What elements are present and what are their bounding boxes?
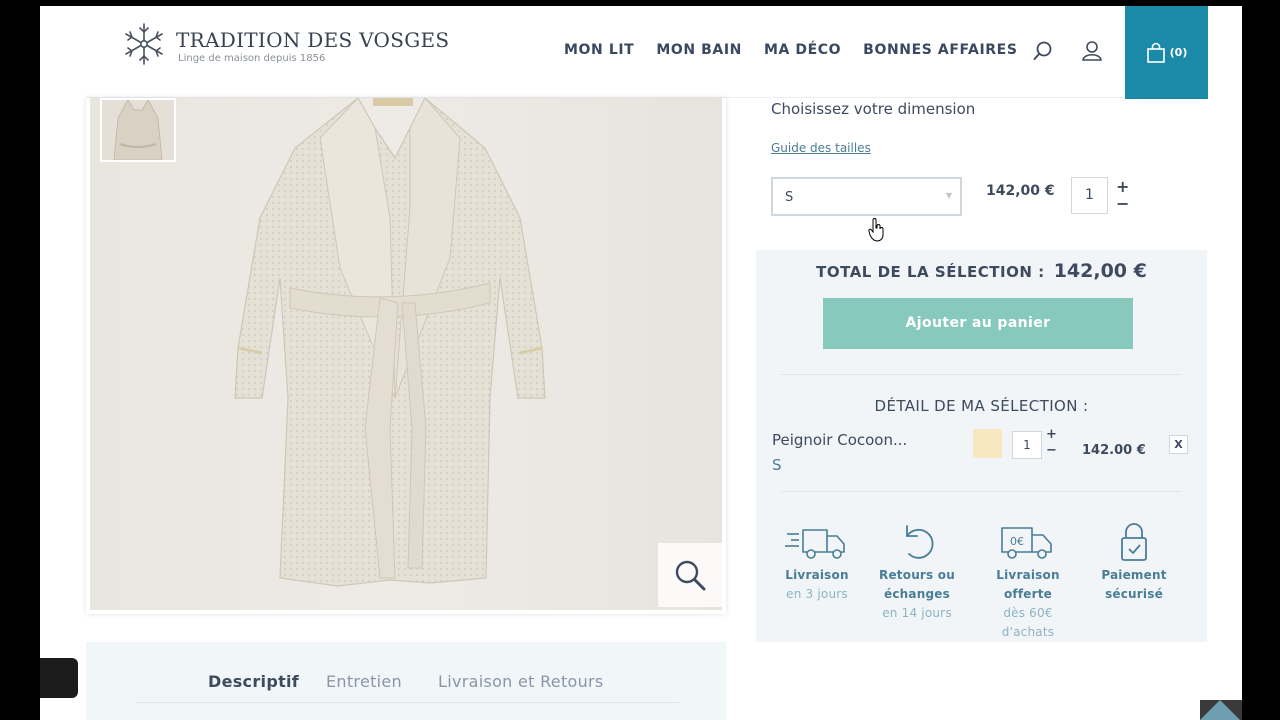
item-quantity-minus-button[interactable]: −: [1046, 444, 1057, 457]
size-select[interactable]: S ▼: [771, 177, 962, 216]
size-select-value: S: [785, 190, 794, 205]
brand-logo[interactable]: TRADITION DES VOSGES Linge de maison dep…: [120, 20, 449, 68]
scroll-top-icon[interactable]: [1200, 700, 1240, 720]
truck-icon: [785, 529, 845, 559]
return-icon: [906, 525, 934, 559]
quantity-input[interactable]: 1: [1071, 177, 1108, 214]
nav-mon-bain[interactable]: MON BAIN: [656, 42, 742, 58]
feature-returns: Retours ou échanges en 14 jours: [862, 522, 972, 623]
user-icon[interactable]: [1081, 40, 1103, 62]
magnifier-icon: [675, 560, 706, 591]
chevron-down-icon: ▼: [945, 191, 952, 200]
padlock-icon: [1121, 523, 1147, 561]
divider: [781, 374, 1181, 375]
feature-free-delivery: 0€ Livraison offerte dès 60€ d'achats: [973, 522, 1083, 642]
feature-title: Livraison: [785, 568, 849, 582]
product-thumbnail[interactable]: [100, 98, 176, 162]
product-image[interactable]: [90, 98, 722, 610]
selection-summary: TOTAL DE LA SÉLECTION : 142,00 € Ajouter…: [756, 250, 1207, 642]
tab-entretien[interactable]: Entretien: [326, 672, 402, 691]
cart-button[interactable]: (0): [1125, 6, 1208, 99]
tab-descriptif[interactable]: Descriptif: [208, 672, 299, 691]
main-nav: MON LIT MON BAIN MA DÉCO BONNES AFFAIRES: [564, 42, 1018, 58]
brand-name: TRADITION DES VOSGES: [176, 28, 450, 52]
selection-detail-title: DÉTAIL DE MA SÉLECTION :: [874, 397, 1089, 415]
feature-subtitle: dès 60€: [1003, 606, 1053, 620]
item-price: 142.00 €: [1082, 443, 1146, 458]
total-label: TOTAL DE LA SÉLECTION :: [816, 263, 1045, 281]
zoom-button[interactable]: [658, 543, 722, 607]
quantity-minus-button[interactable]: −: [1116, 196, 1129, 212]
feature-subtitle: d'achats: [1001, 625, 1055, 639]
thumbnail-image: [102, 100, 174, 160]
feature-subtitle: en 14 jours: [882, 606, 952, 620]
nav-bonnes-affaires[interactable]: BONNES AFFAIRES: [863, 42, 1017, 58]
unit-price: 142,00 €: [986, 183, 1055, 199]
brand-tagline: Linge de maison depuis 1856: [178, 53, 326, 64]
pager-indicator: 5/5: [40, 705, 65, 720]
site-header: TRADITION DES VOSGES Linge de maison dep…: [86, 6, 1208, 99]
shopping-bag-icon: [1146, 42, 1165, 63]
feature-delivery: Livraison en 3 jours: [762, 522, 872, 604]
hand-cursor-icon: [868, 218, 884, 242]
add-to-cart-button[interactable]: Ajouter au panier: [823, 298, 1133, 349]
item-quantity-input[interactable]: 1: [1012, 431, 1042, 459]
remove-item-button[interactable]: X: [1169, 435, 1188, 454]
page: TRADITION DES VOSGES Linge de maison dep…: [40, 6, 1242, 720]
item-quantity-plus-button[interactable]: +: [1046, 428, 1057, 441]
quantity-plus-button[interactable]: +: [1116, 179, 1129, 195]
search-icon[interactable]: [1032, 40, 1054, 62]
item-size: S: [772, 456, 782, 474]
bathrobe-illustration: [234, 98, 546, 587]
chat-bubble[interactable]: [40, 658, 78, 698]
choose-dimension-label: Choisissez votre dimension: [771, 100, 976, 118]
cart-count: (0): [1169, 46, 1188, 59]
total-row: TOTAL DE LA SÉLECTION : 142,00 €: [756, 260, 1207, 282]
item-color-swatch: [973, 429, 1002, 458]
feature-title: Paiement sécurisé: [1101, 568, 1167, 601]
free-delivery-badge: 0€: [1010, 535, 1024, 548]
tabs-divider: [135, 702, 679, 703]
nav-mon-lit[interactable]: MON LIT: [564, 42, 634, 58]
size-guide-link[interactable]: Guide des tailles: [771, 141, 871, 155]
free-delivery-truck-icon: 0€: [1001, 527, 1052, 559]
feature-title: Livraison offerte: [996, 568, 1060, 601]
feature-title: Retours ou échanges: [879, 568, 955, 601]
snowflake-logo-icon: [125, 23, 163, 65]
feature-subtitle: en 3 jours: [786, 587, 848, 601]
feature-secure-payment: Paiement sécurisé: [1079, 522, 1189, 604]
total-value: 142,00 €: [1053, 260, 1147, 282]
product-tabs: Descriptif Entretien Livraison et Retour…: [86, 642, 726, 720]
nav-ma-deco[interactable]: MA DÉCO: [764, 42, 841, 58]
item-name: Peignoir Cocoon...: [772, 431, 908, 449]
tab-livraison-retours[interactable]: Livraison et Retours: [438, 672, 604, 691]
divider: [781, 491, 1181, 492]
